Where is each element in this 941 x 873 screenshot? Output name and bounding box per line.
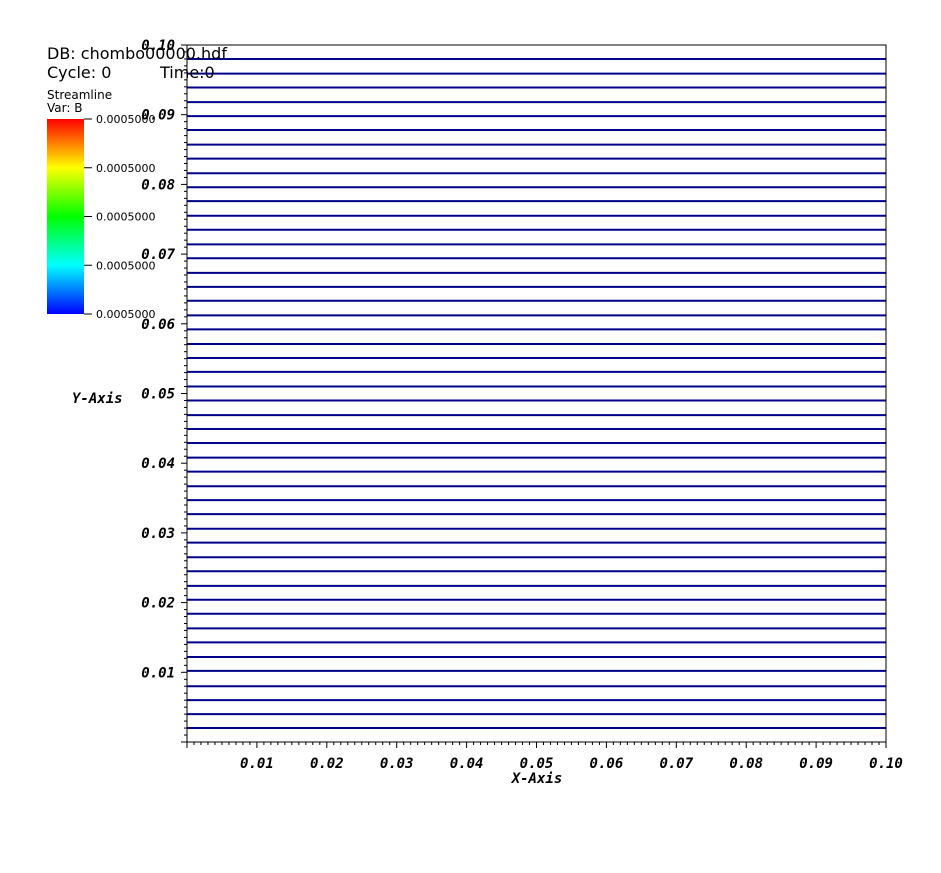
x-tick-label: 0.10 bbox=[869, 756, 903, 772]
y-axis-title: Y-Axis bbox=[72, 391, 123, 407]
x-tick-label: 0.05 bbox=[520, 756, 554, 772]
db-label: DB: chombo00000.hdf bbox=[47, 44, 227, 63]
legend-tick-label: 0.0005000 bbox=[96, 308, 156, 321]
y-tick-label: 0.02 bbox=[141, 596, 175, 612]
x-tick-label: 0.03 bbox=[380, 756, 414, 772]
streamlines bbox=[187, 57, 886, 730]
legend-color-bar bbox=[47, 119, 84, 314]
y-tick-labels: 0.010.020.030.040.050.060.070.080.090.10 bbox=[141, 38, 175, 681]
y-tick-label: 0.03 bbox=[141, 526, 175, 542]
legend-tick-label: 0.0005000 bbox=[96, 211, 156, 224]
chart-canvas: 0.01 0.02 0.03 0.04 0.05 0.06 0.07 0.08 0.09 0.10… bbox=[47, 38, 903, 787]
legend-plot-type: Streamline bbox=[47, 88, 113, 102]
x-tick-label: 0.08 bbox=[729, 756, 763, 772]
legend-tick-label: 0.0005000 bbox=[96, 259, 156, 272]
x-tick-label: 0.04 bbox=[450, 756, 484, 772]
y-tick-label: 0.01 bbox=[141, 665, 175, 681]
legend-tick-label: 0.0005000 bbox=[96, 162, 156, 175]
plot-frame bbox=[186, 44, 887, 743]
x-tick-label: 0.06 bbox=[590, 756, 624, 772]
x-tick-labels: 0.01 0.02 0.03 0.04 0.05 0.06 0.07 0.08 0.09 0.10 bbox=[240, 756, 903, 772]
y-tick-label: 0.05 bbox=[141, 387, 175, 403]
y-tick-label: 0.04 bbox=[141, 456, 175, 472]
y-tick-label: 0.08 bbox=[141, 177, 175, 193]
x-tick-label: 0.09 bbox=[799, 756, 833, 772]
x-axis-title: X-Axis bbox=[511, 771, 563, 787]
x-tick-label: 0.07 bbox=[659, 756, 693, 772]
time-label: Time:0 bbox=[160, 63, 215, 82]
legend-ticks: 0.0005000 0.0005000 0.0005000 0.0005000 0.00… bbox=[84, 113, 156, 321]
legend-tick-label: 0.0005000 bbox=[96, 113, 156, 126]
cycle-label: Cycle: 0 bbox=[47, 63, 112, 82]
x-tick-label: 0.01 bbox=[240, 756, 274, 772]
legend-var-label: Var: B bbox=[47, 101, 83, 115]
x-tick-label: 0.02 bbox=[310, 756, 344, 772]
